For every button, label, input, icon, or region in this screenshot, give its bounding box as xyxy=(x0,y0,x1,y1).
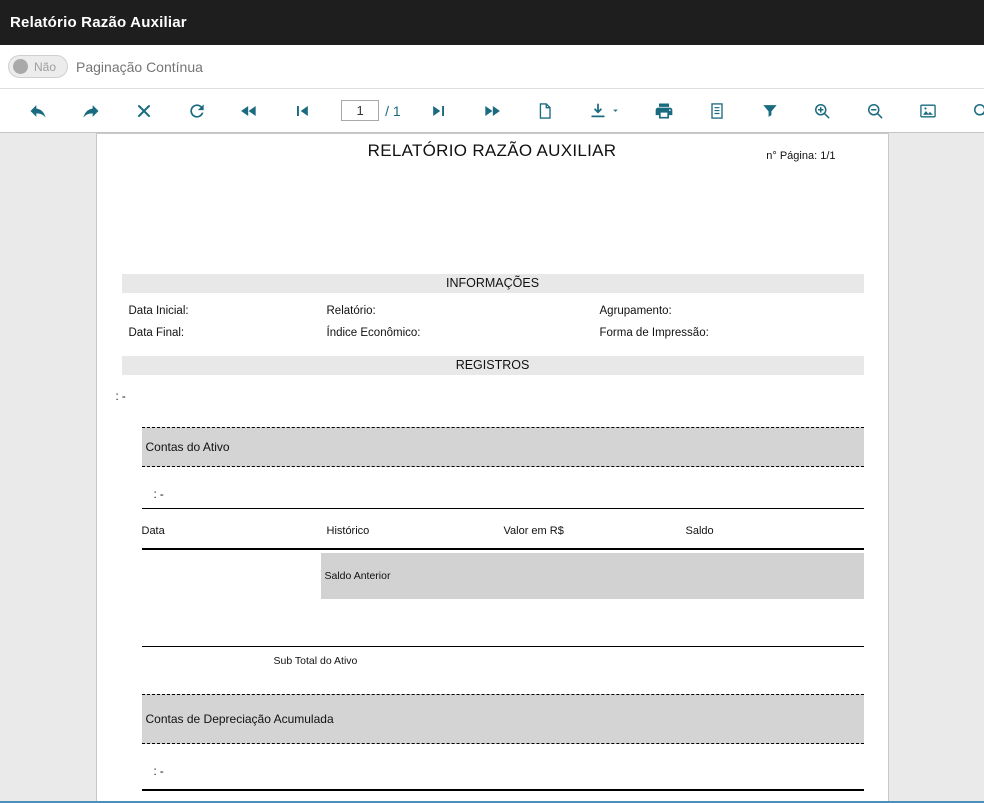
search-button[interactable] xyxy=(967,97,984,125)
fast-rewind-icon xyxy=(239,101,259,121)
first-page-button[interactable] xyxy=(288,97,316,125)
group2-placeholder: : - xyxy=(154,766,164,778)
field-data-inicial: Data Inicial: xyxy=(129,305,189,317)
refresh-icon xyxy=(187,101,207,121)
section-header-registros: REGISTROS xyxy=(122,356,864,375)
zoom-out-button[interactable] xyxy=(861,97,889,125)
page-input[interactable] xyxy=(341,100,379,121)
field-forma-impressao: Forma de Impressão: xyxy=(600,327,709,339)
fast-forward-button[interactable] xyxy=(478,97,506,125)
group-contas-depreciacao: Contas de Depreciação Acumulada xyxy=(142,694,864,744)
divider xyxy=(142,508,864,509)
page-indicator: n° Página: 1/1 xyxy=(766,150,835,162)
new-page-icon xyxy=(535,101,555,121)
filter-icon xyxy=(760,101,780,121)
subtotal-label: Sub Total do Ativo xyxy=(274,655,358,667)
window-title: Relatório Razão Auxiliar xyxy=(10,14,187,31)
continuous-pagination-toggle[interactable]: Não xyxy=(8,55,68,78)
print-button[interactable] xyxy=(650,97,678,125)
divider xyxy=(142,646,864,647)
close-icon xyxy=(134,101,154,121)
column-header-valor: Valor em R$ xyxy=(504,525,564,537)
fit-to-screen-button[interactable] xyxy=(914,97,942,125)
print-icon xyxy=(654,101,674,121)
export-document-icon xyxy=(707,101,727,121)
export-document-button[interactable] xyxy=(703,97,731,125)
toggle-value: Não xyxy=(34,60,56,74)
first-page-icon xyxy=(292,101,312,121)
fast-rewind-button[interactable] xyxy=(235,97,263,125)
undo-button[interactable] xyxy=(24,97,52,125)
divider xyxy=(142,789,864,791)
group-contas-do-ativo: Contas do Ativo xyxy=(142,427,864,467)
options-bar: Não Paginação Contínua xyxy=(0,45,984,89)
table-header-divider xyxy=(142,548,864,550)
report-viewer: RELATÓRIO RAZÃO AUXILIAR n° Página: 1/1 … xyxy=(0,133,984,803)
toggle-knob-icon xyxy=(13,59,28,74)
column-header-data: Data xyxy=(142,525,165,537)
new-page-button[interactable] xyxy=(531,97,559,125)
refresh-button[interactable] xyxy=(183,97,211,125)
group1-placeholder: : - xyxy=(154,489,164,501)
fit-to-screen-icon xyxy=(918,101,938,121)
placeholder-value: : - xyxy=(116,391,126,403)
column-header-historico: Histórico xyxy=(327,525,370,537)
close-button[interactable] xyxy=(130,97,158,125)
undo-icon xyxy=(28,101,48,121)
section-header-informacoes: INFORMAÇÕES xyxy=(122,274,864,293)
report-toolbar: / 1 xyxy=(0,89,984,133)
redo-icon xyxy=(81,101,101,121)
zoom-in-icon xyxy=(812,101,832,121)
continuous-pagination-label: Paginação Contínua xyxy=(76,59,203,75)
field-agrupamento: Agrupamento: xyxy=(600,305,672,317)
page-total: / 1 xyxy=(385,103,401,119)
window-titlebar: Relatório Razão Auxiliar xyxy=(0,0,984,45)
zoom-out-icon xyxy=(865,101,885,121)
filter-button[interactable] xyxy=(756,97,784,125)
last-page-icon xyxy=(429,101,449,121)
download-button[interactable] xyxy=(584,97,625,125)
fast-forward-icon xyxy=(482,101,502,121)
saldo-anterior-cell: Saldo Anterior xyxy=(321,553,864,599)
last-page-button[interactable] xyxy=(425,97,453,125)
field-data-final: Data Final: xyxy=(129,327,185,339)
report-page: RELATÓRIO RAZÃO AUXILIAR n° Página: 1/1 … xyxy=(96,133,889,803)
zoom-in-button[interactable] xyxy=(808,97,836,125)
redo-button[interactable] xyxy=(77,97,105,125)
search-icon xyxy=(971,101,984,121)
page-navigator: / 1 xyxy=(341,100,401,121)
download-icon xyxy=(588,101,608,121)
field-indice-economico: Índice Econômico: xyxy=(327,327,421,339)
field-relatorio: Relatório: xyxy=(327,305,376,317)
caret-down-icon xyxy=(610,105,621,116)
column-header-saldo: Saldo xyxy=(686,525,714,537)
